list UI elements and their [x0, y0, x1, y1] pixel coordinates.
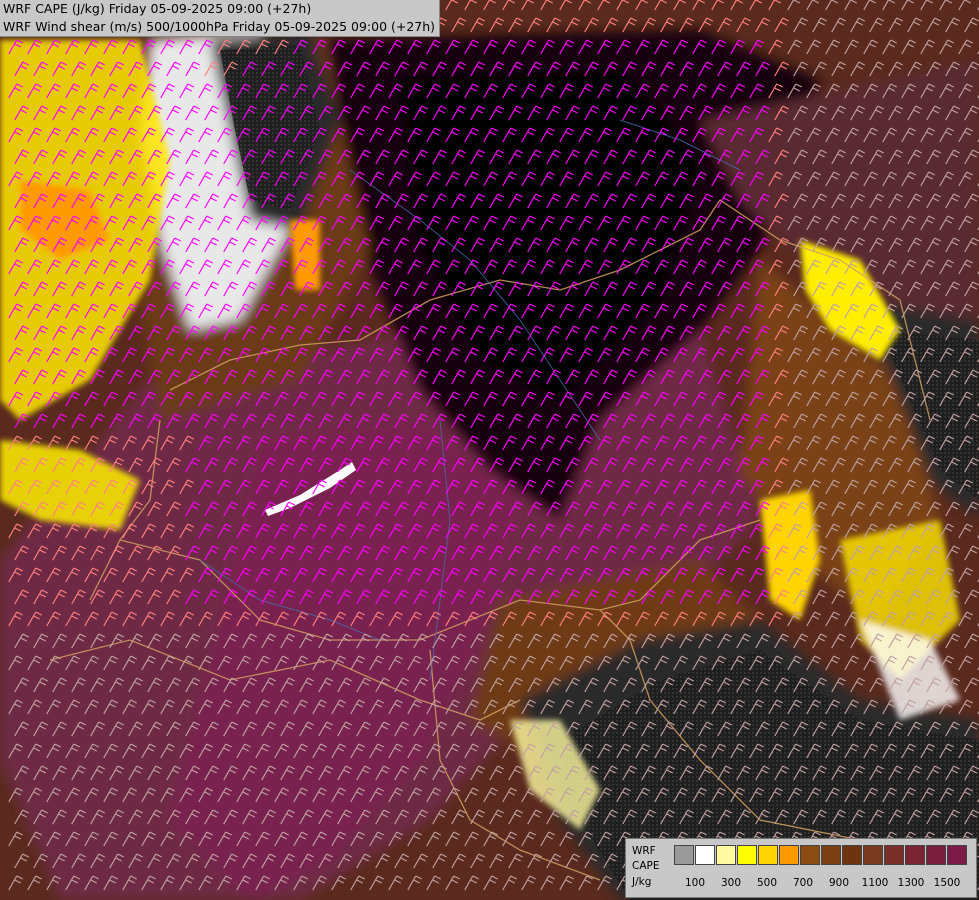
legend-tick: 1300 — [897, 877, 925, 889]
legend-swatch — [947, 845, 967, 865]
legend-label-model: WRF — [632, 845, 656, 857]
legend-swatches — [674, 845, 968, 865]
legend-swatch — [863, 845, 883, 865]
legend-swatch — [905, 845, 925, 865]
legend-swatch — [884, 845, 904, 865]
cape-map — [0, 0, 979, 900]
legend-tick: 100 — [684, 877, 706, 889]
legend-tick: 700 — [792, 877, 814, 889]
legend-swatch — [695, 845, 715, 865]
legend-tick: 1100 — [861, 877, 889, 889]
legend-swatch — [758, 845, 778, 865]
legend-swatch — [716, 845, 736, 865]
title-wind-shear: WRF Wind shear (m/s) 500/1000hPa Friday … — [3, 19, 436, 34]
legend-label-cape: CAPE — [632, 860, 660, 872]
cape-legend: WRF CAPE J/kg 100 300 500 700 900 1100 1300 150… — [625, 838, 977, 898]
map-title: WRF CAPE (J/kg) Friday 05-09-2025 09:00 … — [0, 0, 441, 37]
legend-swatch — [779, 845, 799, 865]
legend-swatch — [674, 845, 694, 865]
legend-swatch — [842, 845, 862, 865]
legend-tick: 300 — [720, 877, 742, 889]
legend-label-units: J/kg — [632, 876, 652, 888]
legend-swatch — [737, 845, 757, 865]
legend-tick: 1500 — [933, 877, 961, 889]
legend-tick: 500 — [756, 877, 778, 889]
legend-ticks: 100 300 500 700 900 1100 1300 1500 — [674, 877, 974, 891]
legend-swatch — [821, 845, 841, 865]
legend-swatch — [926, 845, 946, 865]
legend-swatch — [800, 845, 820, 865]
legend-tick: 900 — [828, 877, 850, 889]
title-cape: WRF CAPE (J/kg) Friday 05-09-2025 09:00 … — [3, 1, 312, 16]
